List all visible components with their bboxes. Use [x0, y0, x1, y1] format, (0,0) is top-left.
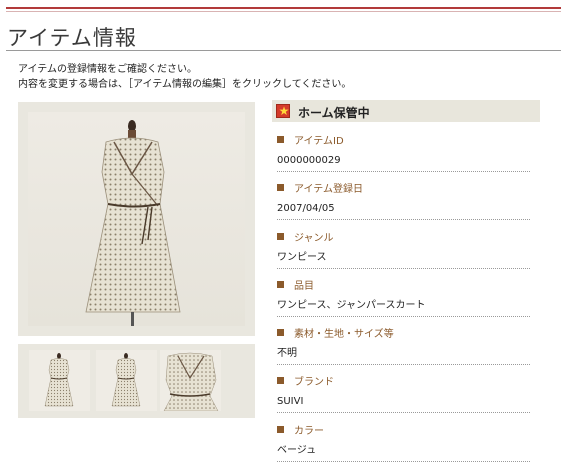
field-label: ジャンル [294, 233, 334, 244]
field-color: カラー ベージュ [277, 425, 530, 462]
field-value: ワンピース、ジャンパースカート [277, 300, 426, 311]
page-title: アイテム情報 [7, 26, 137, 50]
field-label: アイテム登録日 [294, 184, 363, 195]
intro-line-1: アイテムの登録情報をご確認ください。 [18, 64, 197, 75]
field-item-id: アイテムID 0000000029 [277, 135, 530, 172]
field-divider [277, 316, 530, 317]
field-label: カラー [294, 426, 324, 437]
field-value: 0000000029 [277, 155, 341, 166]
field-divider [277, 412, 530, 413]
intro-text: アイテムの登録情報をご確認ください。 内容を変更する場合は、［アイテム情報の編集… [18, 62, 351, 92]
header-rule-top [6, 7, 561, 9]
main-item-photo [28, 112, 245, 326]
field-category: 品目 ワンピース、ジャンパースカート [277, 280, 530, 317]
thumbnail-detail[interactable] [160, 350, 221, 411]
title-divider [6, 50, 561, 51]
bullet-square-icon [277, 281, 284, 288]
bullet-square-icon [277, 329, 284, 336]
bullet-square-icon [277, 426, 284, 433]
field-divider [277, 364, 530, 365]
field-divider [277, 171, 530, 172]
intro-line-2: 内容を変更する場合は、［アイテム情報の編集］をクリックしてください。 [18, 79, 352, 90]
bullet-square-icon [277, 136, 284, 143]
thumbnail-back[interactable] [96, 350, 157, 411]
bullet-square-icon [277, 233, 284, 240]
field-material: 素材・生地・サイズ等 不明 [277, 328, 530, 365]
bullet-square-icon [277, 377, 284, 384]
field-registration-date: アイテム登録日 2007/04/05 [277, 183, 530, 220]
thumbnail-front[interactable] [29, 350, 90, 411]
field-value: ベージュ [277, 445, 317, 456]
field-label: 素材・生地・サイズ等 [294, 329, 394, 340]
field-label: 品目 [294, 281, 314, 292]
field-value: 不明 [277, 348, 297, 359]
field-genre: ジャンル ワンピース [277, 232, 530, 269]
field-divider [277, 461, 530, 462]
header-rule-sub [6, 11, 561, 12]
field-value: ワンピース [277, 252, 327, 263]
field-value: SUIVI [277, 396, 304, 407]
storage-status-label: ホーム保管中 [298, 106, 370, 120]
field-label: アイテムID [294, 136, 344, 147]
field-value: 2007/04/05 [277, 203, 335, 214]
star-icon: ★ [276, 104, 290, 118]
field-divider [277, 268, 530, 269]
dress-on-mannequin-image [85, 120, 181, 326]
field-brand: ブランド SUIVI [277, 376, 530, 413]
bullet-square-icon [277, 184, 284, 191]
field-divider [277, 219, 530, 220]
field-label: ブランド [294, 377, 334, 388]
